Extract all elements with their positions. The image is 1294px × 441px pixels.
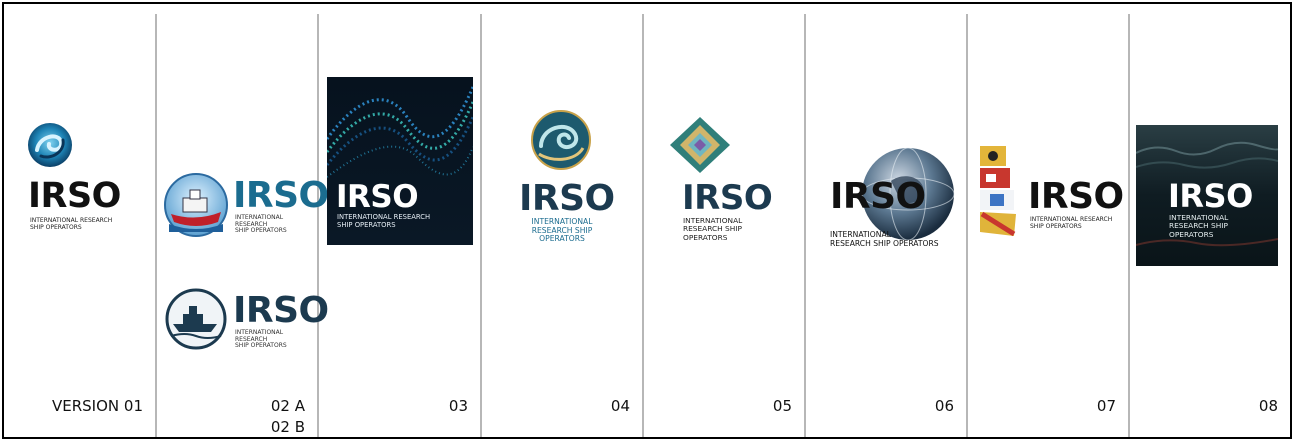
version-label: VERSION 01 — [52, 397, 143, 415]
geometric-cube-emblem-icon — [670, 117, 730, 173]
brand-wordmark: IRSO — [682, 178, 773, 218]
logo-option-05: IRSO INTERNATIONAL RESEARCH SHIP OPERATORS… — [644, 4, 804, 437]
brand-subtitle: INTERNATIONAL RESEARCH SHIP OPERATORS — [30, 217, 113, 231]
version-label: 07 — [1096, 397, 1116, 415]
brand-wordmark: IRSO — [519, 178, 615, 219]
logo-option-04: IRSO INTERNATIONAL RESEARCH SHIP OPERATORS… — [482, 4, 642, 437]
signal-flags-icon — [980, 146, 1016, 237]
ocean-swirl-emblem-icon — [531, 110, 591, 170]
logo-option-06: IRSO INTERNATIONAL RESEARCH SHIP OPERATOR… — [806, 4, 966, 437]
swirl-emblem-icon — [28, 123, 72, 167]
brand-wordmark: IRSO — [233, 175, 329, 216]
brand-subtitle: INTERNATIONAL RESEARCH SHIP OPERATORS — [337, 213, 431, 229]
logo-option-07: IRSO INTERNATIONAL RESEARCH SHIP OPERATOR… — [968, 4, 1128, 437]
brand-wordmark: IRSO — [233, 290, 329, 331]
brand-subtitle: INTERNATIONAL RESEARCH SHIP OPERATORS — [830, 230, 939, 248]
research-ship-emblem-icon — [164, 173, 228, 237]
version-label: 03 — [448, 397, 468, 415]
logo-comparison-board: IRSO INTERNATIONAL RESEARCH SHIP OPERATOR… — [2, 2, 1292, 439]
brand-wordmark: IRSO — [28, 176, 121, 216]
logo-option-01: IRSO INTERNATIONAL RESEARCH SHIP OPERATOR… — [4, 4, 155, 437]
brand-subtitle: INTERNATIONAL RESEARCH SHIP OPERATORS — [235, 329, 287, 350]
logo-option-02: IRSO INTERNATIONAL RESEARCH SHIP OPERATOR… — [157, 4, 329, 437]
brand-wordmark: IRSO — [830, 176, 926, 217]
version-label: 05 — [772, 397, 792, 415]
brand-wordmark: IRSO — [1168, 177, 1253, 215]
brand-wordmark: IRSO — [336, 179, 419, 215]
brand-subtitle: INTERNATIONAL RESEARCH SHIP OPERATORS — [531, 217, 593, 243]
version-label: 06 — [934, 397, 954, 415]
brand-subtitle: INTERNATIONAL RESEARCH SHIP OPERATORS — [235, 214, 287, 235]
brand-subtitle: INTERNATIONAL RESEARCH SHIP OPERATORS — [1030, 216, 1113, 230]
version-label: 04 — [610, 397, 630, 415]
brand-subtitle: INTERNATIONAL RESEARCH SHIP OPERATORS — [683, 216, 743, 242]
version-label: 08 — [1258, 397, 1278, 415]
logo-option-08: IRSO INTERNATIONAL RESEARCH SHIP OPERATORS… — [1130, 4, 1290, 437]
ship-emblem-icon — [165, 288, 227, 350]
logo-option-03: IRSO INTERNATIONAL RESEARCH SHIP OPERATOR… — [319, 4, 480, 437]
brand-wordmark: IRSO — [1028, 176, 1124, 217]
brand-subtitle: INTERNATIONAL RESEARCH SHIP OPERATORS — [1169, 213, 1229, 239]
version-label: 02 A 02 B — [270, 397, 305, 436]
